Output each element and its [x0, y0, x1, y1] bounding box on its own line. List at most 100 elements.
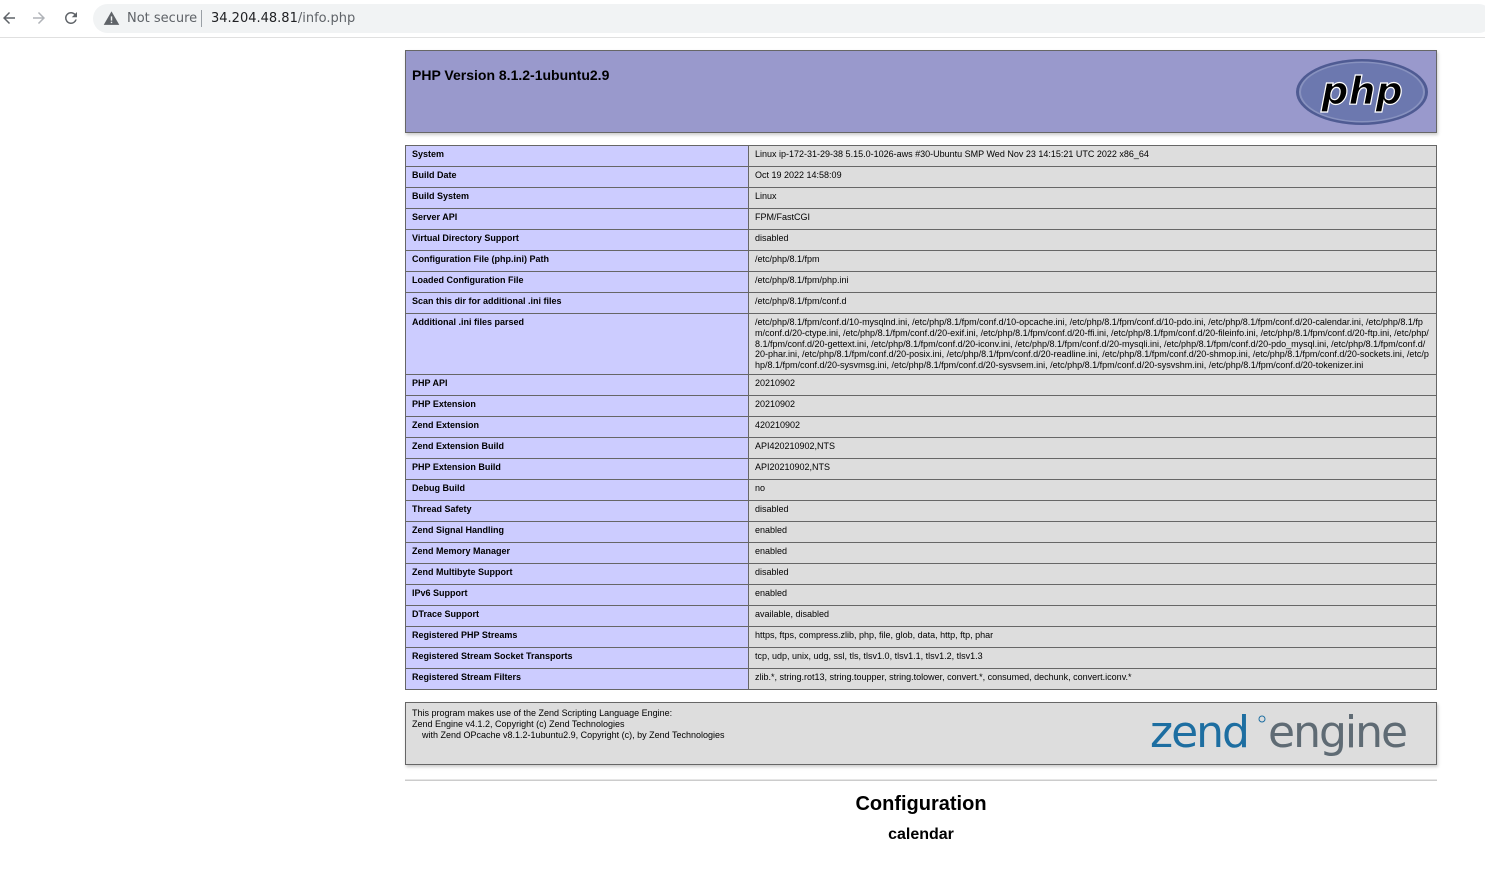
zend-credit-line: Zend Engine v4.1.2, Copyright (c) Zend T…: [412, 718, 625, 729]
table-row: Registered Stream Socket Transports tcp, …: [405, 646, 1437, 669]
row-label: Zend Memory Manager: [405, 541, 749, 564]
table-row: PHP Extension Build API20210902,NTS: [405, 457, 1437, 480]
row-label: Thread Safety: [405, 499, 749, 522]
row-value: Oct 19 2022 14:58:09: [748, 166, 1437, 188]
engine-logo-word: engine: [1268, 707, 1406, 758]
row-label: Registered Stream Socket Transports: [405, 646, 749, 669]
row-value: no: [748, 478, 1437, 501]
row-value: enabled: [748, 541, 1437, 564]
phpinfo-page: PHP Version 8.1.2-1ubuntu2.9 php System L…: [405, 50, 1437, 844]
php-logo-icon[interactable]: php: [1295, 58, 1429, 126]
table-row: PHP Extension 20210902: [405, 394, 1437, 417]
table-row: Server API FPM/FastCGI: [405, 208, 1437, 230]
row-label: Build Date: [405, 166, 749, 188]
row-label: Zend Signal Handling: [405, 520, 749, 543]
row-label: DTrace Support: [405, 604, 749, 627]
table-row: Configuration File (php.ini) Path/etc/ph…: [405, 250, 1437, 272]
table-row: Zend Extension 420210902: [405, 415, 1437, 438]
row-label: PHP Extension Build: [405, 457, 749, 480]
row-value: /etc/php/8.1/fpm/conf.d/10-mysqlnd.ini, …: [748, 313, 1437, 375]
row-value: available, disabled: [748, 604, 1437, 627]
address-separator: [201, 10, 202, 27]
row-value: /etc/php/8.1/fpm: [748, 250, 1437, 272]
row-value: Linux: [748, 187, 1437, 209]
row-label: Registered PHP Streams: [405, 625, 749, 648]
row-value: disabled: [748, 562, 1437, 585]
divider: [405, 778, 1437, 781]
table-row: Scan this dir for additional .ini files /…: [405, 292, 1437, 314]
zend-engine-box: This program makes use of the Zend Scrip…: [405, 701, 1437, 765]
table-row: Build System Linux: [405, 187, 1437, 209]
row-value: 20210902: [748, 394, 1437, 417]
zend-credit-line: This program makes use of the Zend Scrip…: [412, 707, 673, 718]
system-info-table: System Linux ip-172-31-29-38 5.15.0-1026-…: [405, 145, 1437, 690]
row-label: Additional .ini files parsed: [405, 313, 749, 375]
table-row: Additional .ini files parsed/etc/php/8.1…: [405, 313, 1437, 375]
row-value: /etc/php/8.1/fpm/php.ini: [748, 271, 1437, 293]
row-label: Registered Stream Filters: [405, 667, 749, 690]
row-label: Configuration File (php.ini) Path: [405, 250, 749, 272]
url-text[interactable]: 34.204.48.81/info.php: [211, 11, 355, 26]
address-bar[interactable]: Not secure 34.204.48.81/info.php: [93, 4, 1485, 33]
row-value: zlib.*, string.rot13, string.toupper, st…: [748, 667, 1437, 690]
row-label: Zend Multibyte Support: [405, 562, 749, 585]
forward-arrow-icon[interactable]: [28, 7, 50, 29]
url-host: 34.204.48.81: [211, 11, 298, 26]
row-label: Debug Build: [405, 478, 749, 501]
table-row: Registered PHP Streams https, ftps, compr…: [405, 625, 1437, 648]
zend-credits: This program makes use of the Zend Scrip…: [412, 708, 725, 741]
row-label: Scan this dir for additional .ini files: [405, 292, 749, 314]
table-row: DTrace Support available, disabled: [405, 604, 1437, 627]
table-row: Zend Multibyte Support disabled: [405, 562, 1437, 585]
row-label: Zend Extension Build: [405, 436, 749, 459]
php-version-header: PHP Version 8.1.2-1ubuntu2.9 php: [405, 50, 1437, 133]
table-row: Loaded Configuration File/etc/php/8.1/fp…: [405, 271, 1437, 293]
table-row: Zend Extension Build API420210902,NTS: [405, 436, 1437, 459]
row-label: Server API: [405, 208, 749, 230]
row-label: IPv6 Support: [405, 583, 749, 606]
row-label: PHP API: [405, 373, 749, 396]
configuration-heading: Configuration: [855, 792, 987, 815]
reload-icon[interactable]: [60, 7, 82, 29]
table-row: Build Date Oct 19 2022 14:58:09: [405, 166, 1437, 188]
row-value: API20210902,NTS: [748, 457, 1437, 480]
row-value: enabled: [748, 583, 1437, 606]
back-arrow-icon[interactable]: [0, 7, 20, 29]
row-value: disabled: [748, 499, 1437, 522]
page-title: PHP Version 8.1.2-1ubuntu2.9: [412, 67, 610, 83]
security-status-label[interactable]: Not secure: [127, 11, 197, 26]
php-logo-text: php: [1320, 69, 1402, 113]
row-value: 420210902: [748, 415, 1437, 438]
table-row: Zend Memory Manager enabled: [405, 541, 1437, 564]
row-label: System: [405, 145, 749, 167]
table-row: PHP API 20210902: [405, 373, 1437, 396]
row-value: API420210902,NTS: [748, 436, 1437, 459]
zend-logo-word: zend: [1150, 707, 1248, 758]
row-label: Virtual Directory Support: [405, 229, 749, 251]
table-row: Virtual Directory Support disabled: [405, 229, 1437, 251]
table-row: Zend Signal Handling enabled: [405, 520, 1437, 543]
row-value: enabled: [748, 520, 1437, 543]
row-value: /etc/php/8.1/fpm/conf.d: [748, 292, 1437, 314]
table-row: System Linux ip-172-31-29-38 5.15.0-1026-…: [405, 145, 1437, 167]
table-row: Debug Build no: [405, 478, 1437, 501]
row-value: Linux ip-172-31-29-38 5.15.0-1026-aws #3…: [748, 145, 1437, 167]
row-value: tcp, udp, unix, udg, ssl, tls, tlsv1.0, …: [748, 646, 1437, 669]
row-label: Loaded Configuration File: [405, 271, 749, 293]
row-value: 20210902: [748, 373, 1437, 396]
row-label: PHP Extension: [405, 394, 749, 417]
table-row: Thread Safety disabled: [405, 499, 1437, 522]
url-path: /info.php: [297, 11, 356, 26]
row-value: FPM/FastCGI: [748, 208, 1437, 230]
table-row: IPv6 Support enabled: [405, 583, 1437, 606]
module-heading-calendar: calendar: [888, 825, 954, 843]
row-label: Zend Extension: [405, 415, 749, 438]
table-row: Registered Stream Filters zlib.*, string.…: [405, 667, 1437, 690]
warning-triangle-icon[interactable]: [103, 10, 120, 27]
zend-engine-logo-icon[interactable]: zend engine: [1150, 707, 1430, 761]
zend-credit-line: with Zend OPcache v8.1.2-1ubuntu2.9, Cop…: [412, 729, 725, 740]
row-value: disabled: [748, 229, 1437, 251]
row-label: Build System: [405, 187, 749, 209]
row-value: https, ftps, compress.zlib, php, file, g…: [748, 625, 1437, 648]
browser-toolbar: Not secure 34.204.48.81/info.php: [0, 0, 1485, 38]
